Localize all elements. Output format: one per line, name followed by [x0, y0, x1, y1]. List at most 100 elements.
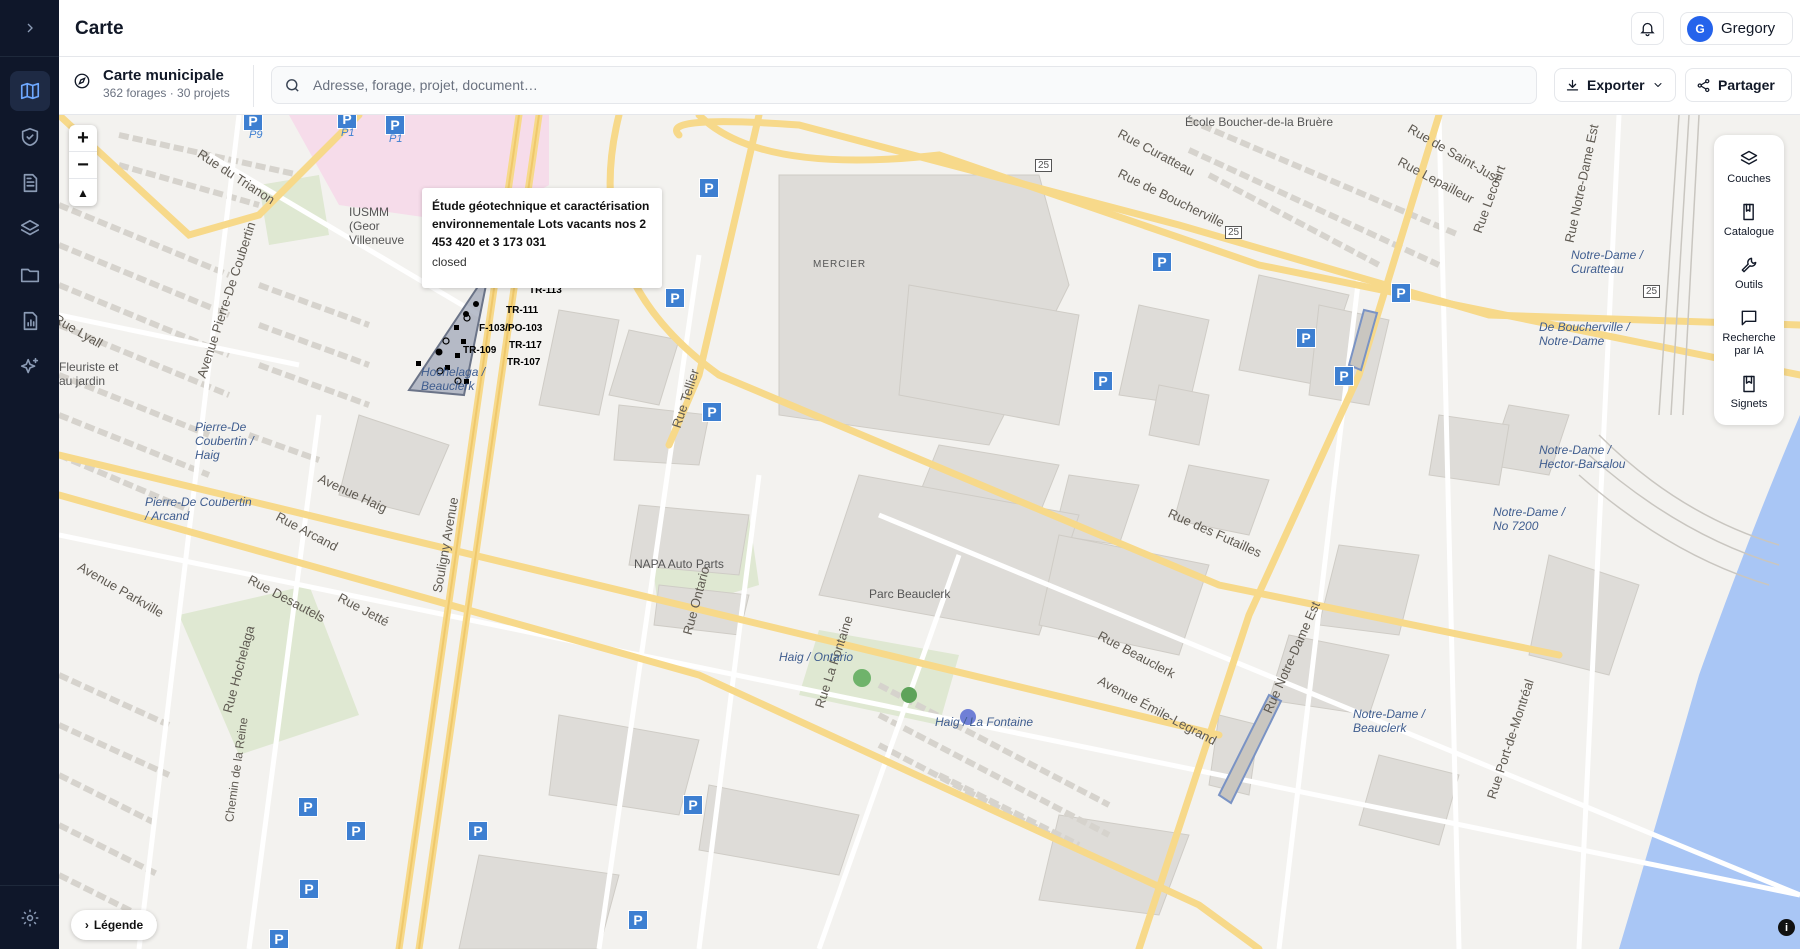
legend-button[interactable]: › Légende — [71, 910, 157, 940]
sparkles-icon — [20, 357, 38, 374]
user-menu-button[interactable]: G Gregory — [1680, 12, 1793, 45]
tool-label: Couches — [1727, 173, 1771, 185]
rail-documents-button[interactable] — [10, 163, 50, 203]
layers-icon — [1740, 150, 1758, 165]
shield-check-icon — [21, 127, 38, 147]
parking-marker[interactable]: P — [1093, 371, 1113, 391]
parking-marker[interactable]: P — [468, 821, 488, 841]
legend-label: Légende — [93, 918, 144, 932]
tool-catalogue-button[interactable]: Catalogue — [1714, 194, 1784, 247]
tool-label: Recherche par IA — [1722, 332, 1776, 357]
parking-marker[interactable]: P — [702, 402, 722, 422]
page-title: Carte — [75, 18, 124, 39]
borehole-label: TR-117 — [509, 340, 542, 351]
bus-stop-label: Notre-Dame / Hector-Barsalou — [1539, 443, 1626, 471]
app: Carte G Gregory Carte municipale 362 for… — [0, 0, 1800, 949]
user-name: Gregory — [1721, 20, 1776, 37]
route-shield: 25 — [1225, 226, 1243, 239]
bus-stop-label: Pierre-De Coubertin / Arcand — [145, 495, 252, 523]
top-header: Carte G Gregory — [59, 0, 1800, 57]
place-label: IUSMM (Geor Villeneuve — [349, 205, 405, 247]
search-input[interactable] — [313, 77, 1493, 93]
map-icon — [20, 82, 39, 100]
document-icon — [23, 173, 37, 193]
parking-label: P9 — [249, 129, 263, 141]
tool-tools-button[interactable]: Outils — [1714, 247, 1784, 300]
search-icon — [286, 78, 299, 92]
notifications-button[interactable] — [1631, 12, 1664, 45]
chevron-down-icon — [1654, 83, 1662, 87]
export-button[interactable]: Exporter — [1554, 68, 1676, 102]
tool-label: Signets — [1730, 398, 1768, 410]
info-icon: i — [1784, 921, 1789, 934]
chat-icon — [1741, 310, 1757, 326]
popup-title: Étude géotechnique et caractérisation en… — [432, 199, 650, 249]
zoom-in-button[interactable]: + — [69, 125, 97, 152]
route-shield: 25 — [1643, 285, 1661, 298]
route-shield: 25 — [1035, 159, 1053, 172]
bus-stop-label: Pierre-De Coubertin / Haig — [195, 420, 254, 462]
parking-label: P1 — [341, 127, 355, 139]
chevron-right-icon — [27, 23, 33, 33]
parking-marker[interactable]: P — [1391, 283, 1411, 303]
borehole-label: TR-111 — [506, 305, 539, 316]
parking-marker[interactable]: P — [346, 821, 366, 841]
borehole-label: TR-109 — [463, 345, 497, 356]
chevron-right-icon: › — [84, 918, 89, 932]
book-icon — [1743, 203, 1754, 221]
parking-marker[interactable]: P — [1296, 328, 1316, 348]
map-info: Carte municipale 362 forages · 30 projet… — [73, 67, 230, 100]
parking-marker[interactable]: P — [699, 178, 719, 198]
gear-icon — [21, 909, 38, 926]
rail-map-button[interactable] — [9, 71, 50, 111]
map-canvas[interactable]: P P P P9 P1 P1 P P P P P P P P P P P P P… — [59, 115, 1800, 949]
parking-marker[interactable]: P — [1334, 366, 1354, 386]
bus-stop-label: Haig / La Fontaine — [935, 715, 1034, 729]
place-label: Fleuriste et au jardin — [59, 360, 119, 388]
bus-stop-label: De Boucherville / Notre-Dame — [1539, 320, 1630, 348]
reset-north-button[interactable]: ▲ — [69, 179, 97, 206]
zoom-out-button[interactable]: − — [69, 152, 97, 179]
parking-marker[interactable]: P — [385, 115, 405, 135]
map-toolbar: Carte municipale 362 forages · 30 projet… — [59, 57, 1800, 115]
rail-layers-button[interactable] — [10, 209, 50, 249]
parking-marker[interactable]: P — [665, 288, 685, 308]
attribution-info-button[interactable]: i — [1778, 919, 1795, 936]
bus-stop-label: Notre-Dame / No 7200 — [1493, 505, 1566, 533]
north-arrow-icon: ▲ — [77, 185, 89, 200]
bus-stop-label: Notre-Dame / Beauclerk — [1353, 707, 1426, 735]
share-label: Partager — [1718, 77, 1775, 93]
folder-icon — [20, 268, 39, 283]
bus-stop-label: Hochelaga / Beauclerk — [421, 365, 486, 393]
parking-marker[interactable]: P — [269, 929, 289, 949]
search-box — [271, 66, 1537, 104]
share-icon — [1697, 78, 1710, 92]
parking-marker[interactable]: P — [1152, 252, 1172, 272]
report-icon — [23, 311, 37, 331]
share-button[interactable]: Partager — [1685, 68, 1792, 102]
place-label: Parc Beauclerk — [869, 587, 951, 601]
rail-shield-button[interactable] — [10, 117, 50, 157]
compass-icon — [73, 72, 91, 95]
rail-folder-button[interactable] — [10, 255, 50, 295]
map-tools-panel: Couches Catalogue Outils Recherche par I… — [1714, 135, 1784, 425]
project-popup[interactable]: Étude géotechnique et caractérisation en… — [422, 188, 662, 288]
layers-icon — [20, 219, 39, 236]
borehole-label: TR-107 — [507, 357, 541, 368]
parking-marker[interactable]: P — [683, 795, 703, 815]
parking-label: P1 — [389, 133, 403, 145]
tool-bookmarks-button[interactable]: Signets — [1714, 366, 1784, 419]
settings-button[interactable] — [0, 885, 59, 949]
tool-layers-button[interactable]: Couches — [1714, 141, 1784, 194]
parking-marker[interactable]: P — [298, 797, 318, 817]
parking-marker[interactable]: P — [628, 910, 648, 930]
tool-ai-search-button[interactable]: Recherche par IA — [1714, 300, 1784, 366]
download-icon — [1566, 79, 1579, 90]
toolbar-divider — [253, 65, 254, 107]
parking-marker[interactable]: P — [299, 879, 319, 899]
rail-report-button[interactable] — [10, 301, 50, 341]
place-label: MERCIER — [813, 259, 867, 270]
left-rail — [0, 0, 59, 949]
rail-ai-button[interactable] — [10, 347, 50, 387]
expand-rail-button[interactable] — [0, 0, 59, 57]
